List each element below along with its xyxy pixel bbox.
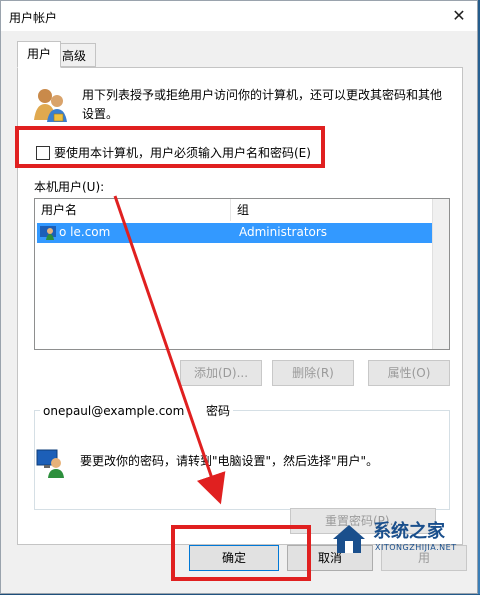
- user-group-cell: Administrators: [239, 225, 328, 239]
- description-text: 用下列表授予或拒绝用户访问你的计算机，还可以更改其密码和其他设置。: [82, 88, 443, 121]
- house-logo-icon: [333, 525, 365, 553]
- watermark-sub: XITONGZHIJIA.NET: [375, 543, 457, 552]
- user-name-cell: o le.com: [59, 225, 111, 239]
- annotation-box-ok: [171, 525, 311, 581]
- table-row[interactable]: o le.com Administrators: [37, 223, 433, 243]
- user-icon: [40, 226, 56, 240]
- column-header-username[interactable]: 用户名: [35, 199, 231, 221]
- users-list[interactable]: 用户名 组 o le.com Administrators: [34, 198, 450, 350]
- list-scrollbar[interactable]: [432, 199, 449, 349]
- column-header-group[interactable]: 组: [231, 199, 449, 221]
- annotation-box-checkbox: [15, 126, 325, 168]
- window-title: 用户帐户: [9, 11, 58, 25]
- title-bar: 用户帐户 ✕: [1, 1, 477, 31]
- password-group-suffix: 密码: [206, 404, 231, 418]
- change-password-hint: 要更改你的密码，请转到"电脑设置"，然后选择"用户"。: [80, 454, 379, 468]
- password-group-legend: onepaul@example.com 密码: [40, 402, 234, 419]
- local-users-label: 本机用户(U):: [34, 180, 105, 194]
- dialog-body: 用户 高级 用下列表授予或拒绝用户访问你的计算机，还可以更改其密码和其他设置。 …: [1, 31, 477, 593]
- watermark-brand: 系统之家: [373, 521, 445, 542]
- close-icon[interactable]: ✕: [447, 5, 471, 27]
- site-watermark: 系统之家 XITONGZHIJIA.NET: [323, 517, 479, 567]
- remove-user-button[interactable]: 删除(R): [272, 360, 354, 386]
- users-icon: [34, 89, 67, 122]
- properties-button[interactable]: 属性(O): [368, 360, 450, 386]
- tab-users[interactable]: 用户: [17, 41, 62, 68]
- add-user-button[interactable]: 添加(D)...: [180, 360, 262, 386]
- password-group-account: onepaul@example.com: [43, 404, 185, 418]
- user-accounts-window: 用户帐户 ✕ 用户 高级 用下列表授予或拒绝用户访问你的计算机，还可以更改其密码…: [0, 0, 478, 594]
- user-monitor-icon: [36, 449, 64, 478]
